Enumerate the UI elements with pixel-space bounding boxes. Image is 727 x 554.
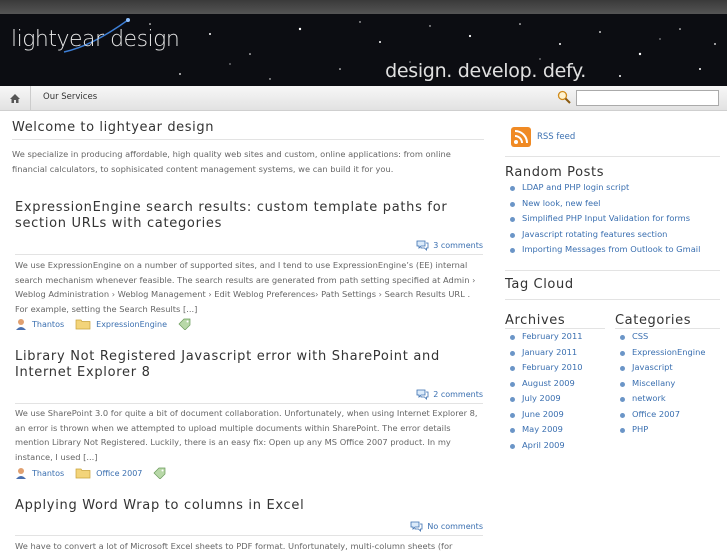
search-input[interactable] — [576, 90, 719, 106]
comments-count: 3 comments — [433, 241, 483, 250]
rss-feed-link[interactable]: RSS feed — [511, 127, 575, 147]
comments-count: No comments — [427, 522, 483, 531]
welcome-text: We specialize in producing affordable, h… — [12, 149, 451, 174]
divider — [505, 270, 720, 271]
rss-icon — [511, 127, 531, 147]
category-item[interactable]: ExpressionEngine — [615, 347, 720, 363]
category-item[interactable]: PHP — [615, 424, 720, 440]
main-content: Welcome to lightyear design We specializ… — [12, 120, 484, 177]
post-meta: Thantos Office 2007 — [15, 467, 167, 479]
home-button[interactable] — [0, 86, 31, 110]
top-strip — [0, 0, 727, 14]
archive-item[interactable]: August 2009 — [505, 378, 610, 394]
archive-item[interactable]: February 2011 — [505, 331, 610, 347]
rss-label: RSS feed — [537, 132, 576, 142]
archives-title: Archives — [505, 313, 566, 328]
post-3: Applying Word Wrap to columns in Excel N… — [15, 498, 483, 551]
comments-icon — [416, 389, 429, 400]
random-post-item[interactable]: Simplified PHP Input Validation for form… — [505, 213, 720, 229]
random-post-item[interactable]: Importing Messages from Outlook to Gmail — [505, 244, 720, 260]
post-title[interactable]: Library Not Registered Javascript error … — [15, 349, 483, 381]
post-author-link[interactable]: Thantos — [32, 320, 64, 329]
post-category-link[interactable]: Office 2007 — [96, 469, 142, 478]
random-post-item[interactable]: LDAP and PHP login script — [505, 182, 720, 198]
post-author-link[interactable]: Thantos — [32, 469, 64, 478]
categories-list: CSS ExpressionEngine Javascript Miscella… — [615, 331, 720, 440]
category-item[interactable]: CSS — [615, 331, 720, 347]
post-1: ExpressionEngine search results: custom … — [15, 200, 483, 330]
archive-item[interactable]: June 2009 — [505, 409, 610, 425]
archive-item[interactable]: January 2011 — [505, 347, 610, 363]
post-title[interactable]: Applying Word Wrap to columns in Excel — [15, 498, 483, 514]
user-icon — [16, 319, 26, 330]
user-icon — [16, 468, 26, 479]
archive-item[interactable]: April 2009 — [505, 440, 610, 456]
random-post-item[interactable]: Javascript rotating features section — [505, 229, 720, 245]
magnifier-icon[interactable] — [557, 90, 571, 104]
post-comments-link[interactable]: 2 comments — [15, 389, 483, 404]
site-header: lightyear design design. develop. defy. — [0, 14, 727, 86]
post-meta: Thantos ExpressionEngine — [15, 318, 192, 330]
site-tagline: design. develop. defy. — [385, 60, 586, 82]
random-post-item[interactable]: New look, new feel — [505, 198, 720, 214]
random-posts-list: LDAP and PHP login script New look, new … — [505, 182, 720, 260]
archives-list: February 2011 January 2011 February 2010… — [505, 331, 610, 455]
categories-title: Categories — [615, 313, 692, 328]
post-title[interactable]: ExpressionEngine search results: custom … — [15, 200, 483, 232]
post-excerpt: We have to convert a lot of Microsoft Ex… — [15, 541, 453, 551]
comments-icon — [416, 240, 429, 251]
archive-item[interactable]: July 2009 — [505, 393, 610, 409]
welcome-title: Welcome to lightyear design — [12, 120, 484, 140]
tag-cloud-title: Tag Cloud — [505, 277, 574, 292]
home-icon — [10, 93, 20, 103]
divider — [505, 156, 720, 157]
post-comments-link[interactable]: No comments — [15, 521, 483, 536]
post-excerpt: We use ExpressionEngine on a number of s… — [15, 260, 476, 314]
divider — [615, 328, 720, 329]
nav-bar: Our Services — [0, 86, 727, 111]
nav-our-services[interactable]: Our Services — [43, 92, 97, 102]
comments-icon — [410, 521, 423, 532]
tag-icon — [178, 318, 191, 330]
folder-icon — [75, 319, 91, 330]
category-item[interactable]: network — [615, 393, 720, 409]
category-item[interactable]: Javascript — [615, 362, 720, 378]
divider — [505, 299, 720, 300]
archive-item[interactable]: February 2010 — [505, 362, 610, 378]
category-item[interactable]: Miscellany — [615, 378, 720, 394]
folder-icon — [75, 468, 91, 479]
site-logo[interactable]: lightyear design — [11, 27, 180, 52]
category-item[interactable]: Office 2007 — [615, 409, 720, 425]
post-category-link[interactable]: ExpressionEngine — [96, 320, 167, 329]
random-posts-title: Random Posts — [505, 165, 605, 180]
archive-item[interactable]: May 2009 — [505, 424, 610, 440]
divider — [505, 328, 605, 329]
post-excerpt: We use SharePoint 3.0 for quite a bit of… — [15, 408, 478, 462]
comments-count: 2 comments — [433, 390, 483, 399]
tag-icon — [153, 467, 166, 479]
post-2: Library Not Registered Javascript error … — [15, 349, 483, 479]
post-comments-link[interactable]: 3 comments — [15, 240, 483, 255]
